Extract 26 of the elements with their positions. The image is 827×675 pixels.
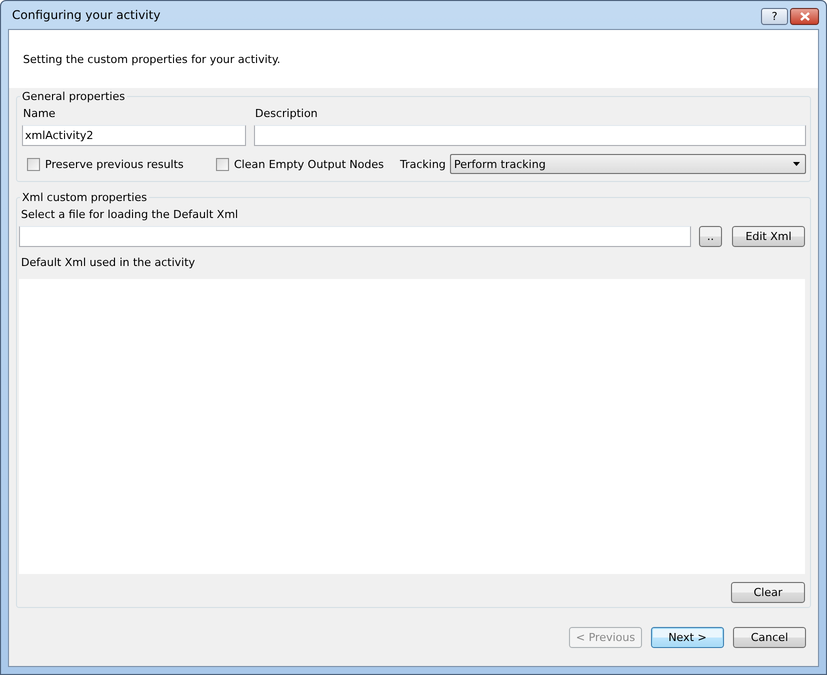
cancel-button[interactable]: Cancel bbox=[733, 626, 806, 648]
checkbox[interactable] bbox=[216, 158, 229, 170]
next-button[interactable]: Next > bbox=[651, 626, 724, 648]
clear-button[interactable]: Clear bbox=[731, 582, 805, 603]
window-title: Configuring your activity bbox=[11, 8, 160, 22]
checkbox-label: Preserve previous results bbox=[45, 158, 184, 170]
name-label: Name bbox=[22, 106, 56, 122]
close-button[interactable] bbox=[790, 8, 819, 25]
tracking-label: Tracking bbox=[400, 158, 447, 170]
default-xml-label: Default Xml used in the activity bbox=[20, 256, 196, 269]
name-field[interactable]: xmlActivity2 bbox=[22, 125, 246, 146]
description-label: Description bbox=[254, 106, 319, 122]
tracking-dropdown[interactable]: Perform tracking bbox=[450, 154, 806, 174]
edit-xml-button[interactable]: Edit Xml bbox=[732, 226, 805, 247]
header-text: Setting the custom properties for your activity. bbox=[23, 52, 280, 66]
description-field[interactable] bbox=[254, 125, 806, 146]
checkbox-label: Clean Empty Output Nodes bbox=[234, 158, 384, 170]
help-button[interactable]: ? bbox=[761, 8, 788, 25]
group-legend: General properties bbox=[20, 90, 127, 103]
file-label: Select a file for loading the Default Xml bbox=[20, 208, 240, 221]
group-legend: Xml custom properties bbox=[20, 191, 149, 204]
file-path-field[interactable] bbox=[19, 226, 691, 247]
browse-button[interactable]: .. bbox=[699, 226, 722, 247]
checkbox[interactable] bbox=[27, 158, 40, 170]
close-icon bbox=[800, 12, 810, 21]
dropdown-arrow-icon bbox=[793, 162, 800, 166]
